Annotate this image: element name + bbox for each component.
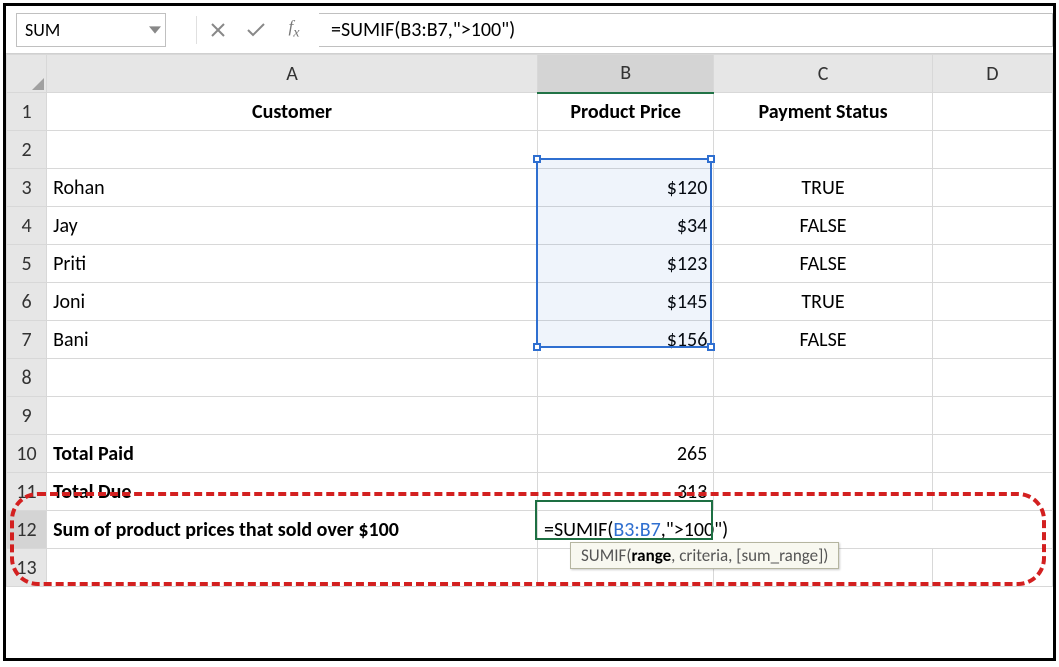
cell[interactable] [932, 245, 1052, 283]
cell-price[interactable]: $34 [538, 207, 714, 245]
row-header[interactable]: 8 [7, 359, 47, 397]
cell-customer[interactable]: Priti [47, 245, 538, 283]
row-header[interactable]: 11 [7, 473, 47, 511]
divider [196, 16, 197, 44]
cell[interactable] [714, 473, 932, 511]
cell[interactable] [714, 397, 932, 435]
formula-input[interactable]: =SUMIF(B3:B7,">100") [319, 13, 1053, 47]
cell-price[interactable]: $145 [538, 283, 714, 321]
row-header[interactable]: 9 [7, 397, 47, 435]
cell-status[interactable]: TRUE [714, 169, 932, 207]
row-header[interactable]: 6 [7, 283, 47, 321]
cell-customer[interactable]: Jay [47, 207, 538, 245]
row-header[interactable]: 12 [7, 511, 47, 549]
cancel-formula-button[interactable] [199, 13, 237, 47]
cell[interactable] [932, 473, 1052, 511]
cell-status[interactable]: TRUE [714, 283, 932, 321]
cell-status[interactable]: FALSE [714, 321, 932, 359]
cell-customer[interactable]: Joni [47, 283, 538, 321]
cell-customer[interactable]: Rohan [47, 169, 538, 207]
cell-price[interactable]: $123 [538, 245, 714, 283]
col-header-A[interactable]: A [47, 55, 538, 93]
spreadsheet-grid[interactable]: A B C D 1 Customer Product Price Payment… [6, 54, 1053, 587]
cell[interactable] [47, 397, 538, 435]
select-all-corner[interactable] [7, 55, 47, 93]
over100-label[interactable]: Sum of product prices that sold over $10… [47, 511, 538, 549]
header-customer[interactable]: Customer [47, 93, 538, 131]
cell-status[interactable]: FALSE [714, 245, 932, 283]
row-header[interactable]: 10 [7, 435, 47, 473]
cell[interactable] [932, 131, 1052, 169]
cell[interactable] [47, 131, 538, 169]
cell[interactable] [932, 283, 1052, 321]
cell[interactable] [932, 321, 1052, 359]
cell[interactable] [47, 359, 538, 397]
total-paid-label[interactable]: Total Paid [47, 435, 538, 473]
tooltip-rest: , criteria, [sum_range]) [671, 545, 828, 566]
cell[interactable] [714, 359, 932, 397]
name-box[interactable]: SUM [16, 13, 166, 47]
tooltip-arg1: range [632, 545, 672, 566]
row-header[interactable]: 13 [7, 549, 47, 587]
col-header-D[interactable]: D [932, 55, 1052, 93]
row-header[interactable]: 1 [7, 93, 47, 131]
header-price[interactable]: Product Price [538, 93, 714, 131]
cell[interactable] [538, 359, 714, 397]
cell[interactable] [714, 435, 932, 473]
row-header[interactable]: 4 [7, 207, 47, 245]
row-header[interactable]: 5 [7, 245, 47, 283]
formula-bar: SUM fx =SUMIF(B3:B7,">100") [6, 6, 1053, 54]
cell[interactable] [538, 397, 714, 435]
cell-customer[interactable]: Bani [47, 321, 538, 359]
header-status[interactable]: Payment Status [714, 93, 932, 131]
formula-range-ref: B3:B7 [613, 518, 660, 542]
cell-price[interactable]: $120 [538, 169, 714, 207]
cell[interactable] [932, 397, 1052, 435]
total-paid-value[interactable]: 265 [538, 435, 714, 473]
function-args-tooltip: SUMIF(range, criteria, [sum_range]) [570, 542, 839, 569]
col-header-C[interactable]: C [714, 55, 932, 93]
col-header-B[interactable]: B [538, 55, 714, 93]
formula-prefix: =SUMIF( [544, 518, 613, 542]
cell[interactable] [932, 359, 1052, 397]
formula-input-text: =SUMIF(B3:B7,">100") [331, 18, 515, 42]
cell-price[interactable]: $156 [538, 321, 714, 359]
row-header[interactable]: 3 [7, 169, 47, 207]
name-box-value: SUM [25, 19, 60, 41]
row-header[interactable]: 7 [7, 321, 47, 359]
cell[interactable] [932, 169, 1052, 207]
insert-function-button[interactable]: fx [275, 13, 313, 47]
cell-status[interactable]: FALSE [714, 207, 932, 245]
cell[interactable] [932, 93, 1052, 131]
cell[interactable] [932, 207, 1052, 245]
tooltip-fn: SUMIF [581, 545, 626, 566]
total-due-value[interactable]: 313 [538, 473, 714, 511]
formula-suffix: ,">100") [661, 518, 728, 542]
confirm-formula-button[interactable] [237, 13, 275, 47]
name-box-dropdown-icon[interactable] [149, 19, 161, 41]
cell[interactable] [932, 549, 1052, 587]
cell[interactable] [538, 131, 714, 169]
row-header[interactable]: 2 [7, 131, 47, 169]
cell[interactable] [47, 549, 538, 587]
total-due-label[interactable]: Total Due [47, 473, 538, 511]
cell[interactable] [714, 131, 932, 169]
cell[interactable] [932, 435, 1052, 473]
